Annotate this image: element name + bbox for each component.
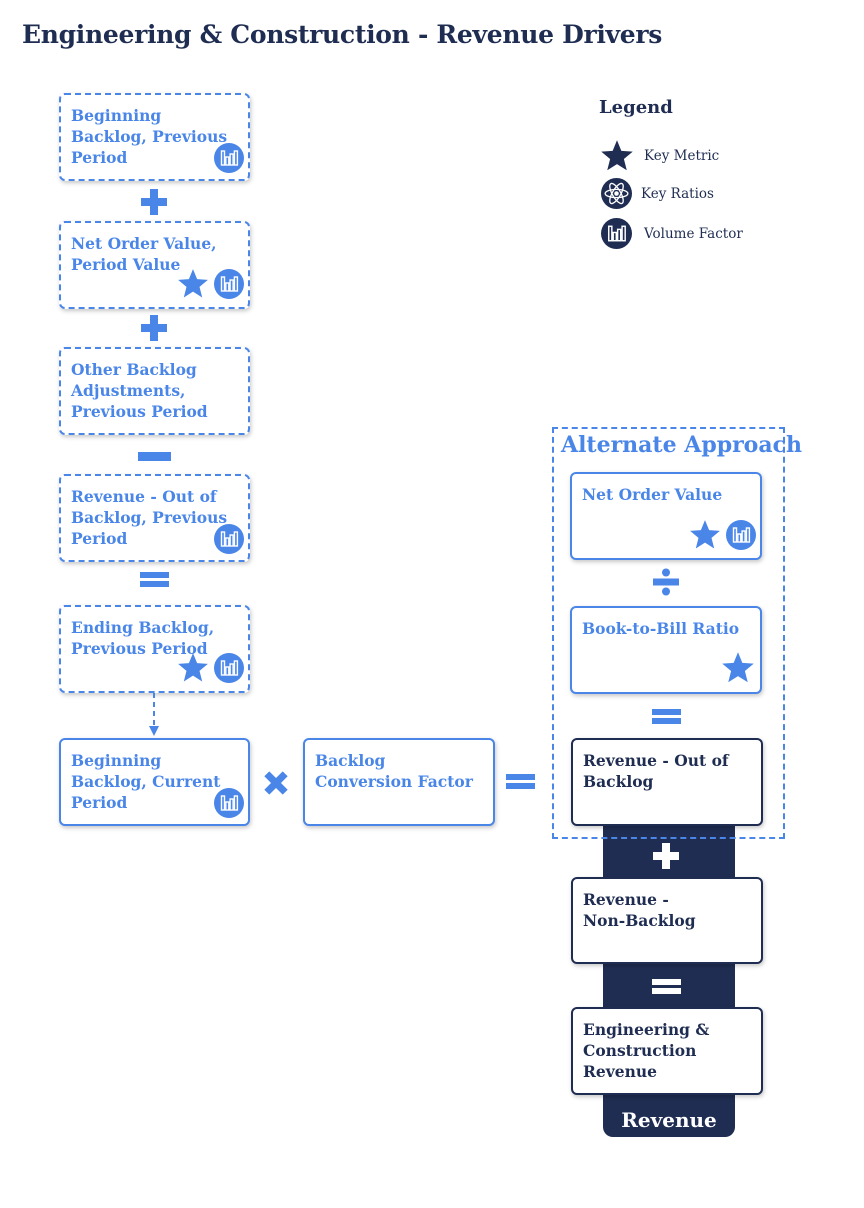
star-icon [688,518,722,552]
dashed-arrow-down-connector [149,693,159,736]
bar-chart-icon [214,653,244,683]
bar-chart-icon [214,143,244,173]
bar-chart-icon [726,520,756,550]
multiply-operator-icon [264,771,288,795]
star-icon [720,650,756,686]
equals-operator-icon [506,774,535,789]
star-icon [599,138,635,174]
ending-backlog-previous-period-box[interactable]: Ending Backlog, Previous Period [59,605,250,693]
backlog-conversion-factor-box[interactable]: Backlog Conversion Factor [303,738,495,826]
plus-operator-icon [653,843,679,869]
minus-operator-icon [138,452,171,461]
legend-label: Key Metric [644,148,720,164]
revenue-non-backlog-box[interactable]: Revenue - Non-Backlog [571,877,763,964]
box-label: Net Order Value [582,485,723,504]
equals-operator-icon [652,709,681,724]
star-icon [176,267,210,301]
box-label: Revenue - Out of Backlog [583,751,729,791]
atom-icon [601,178,632,209]
box-label: Revenue - Non-Backlog [583,890,696,930]
legend-label: Key Ratios [641,185,714,202]
legend-item-key-metric: Key Metric [599,138,719,174]
beginning-backlog-previous-period-box[interactable]: Beginning Backlog, Previous Period [59,93,250,181]
divide-operator-icon [653,568,679,596]
box-label: Backlog Conversion Factor [315,751,473,791]
star-icon [176,651,210,685]
box-label: Engineering & Construction Revenue [583,1020,710,1081]
alt-book-to-bill-ratio-box[interactable]: Book-to-Bill Ratio [570,606,762,694]
other-backlog-adjustments-box[interactable]: Other Backlog Adjustments, Previous Peri… [59,347,250,435]
bar-chart-icon [214,269,244,299]
revenue-out-of-backlog-box[interactable]: Revenue - Out of Backlog [571,738,763,826]
alternate-approach-title: Alternate Approach [561,432,802,458]
legend-item-key-ratios: Key Ratios [601,178,714,209]
legend-label: Volume Factor [644,225,743,242]
box-label: Other Backlog Adjustments, Previous Peri… [71,360,208,421]
bar-chart-icon [214,788,244,818]
bar-chart-icon [601,218,632,249]
legend-title: Legend [599,97,673,118]
revenue-out-of-backlog-previous-period-box[interactable]: Revenue - Out of Backlog, Previous Perio… [59,474,250,562]
plus-operator-icon [141,315,167,341]
equals-operator-icon [140,572,169,587]
box-label: Book-to-Bill Ratio [582,619,740,638]
net-order-value-period-value-box[interactable]: Net Order Value, Period Value [59,221,250,309]
legend-item-volume-factor: Volume Factor [601,218,743,249]
bar-chart-icon [214,524,244,554]
beginning-backlog-current-period-box[interactable]: Beginning Backlog, Current Period [59,738,250,826]
plus-operator-icon [141,189,167,215]
engineering-construction-revenue-box[interactable]: Engineering & Construction Revenue [571,1007,763,1095]
page-title: Engineering & Construction - Revenue Dri… [22,20,663,49]
alt-net-order-value-box[interactable]: Net Order Value [570,472,762,560]
revenue-footer-tab: Revenue [603,1090,735,1137]
equals-operator-icon [652,979,681,994]
